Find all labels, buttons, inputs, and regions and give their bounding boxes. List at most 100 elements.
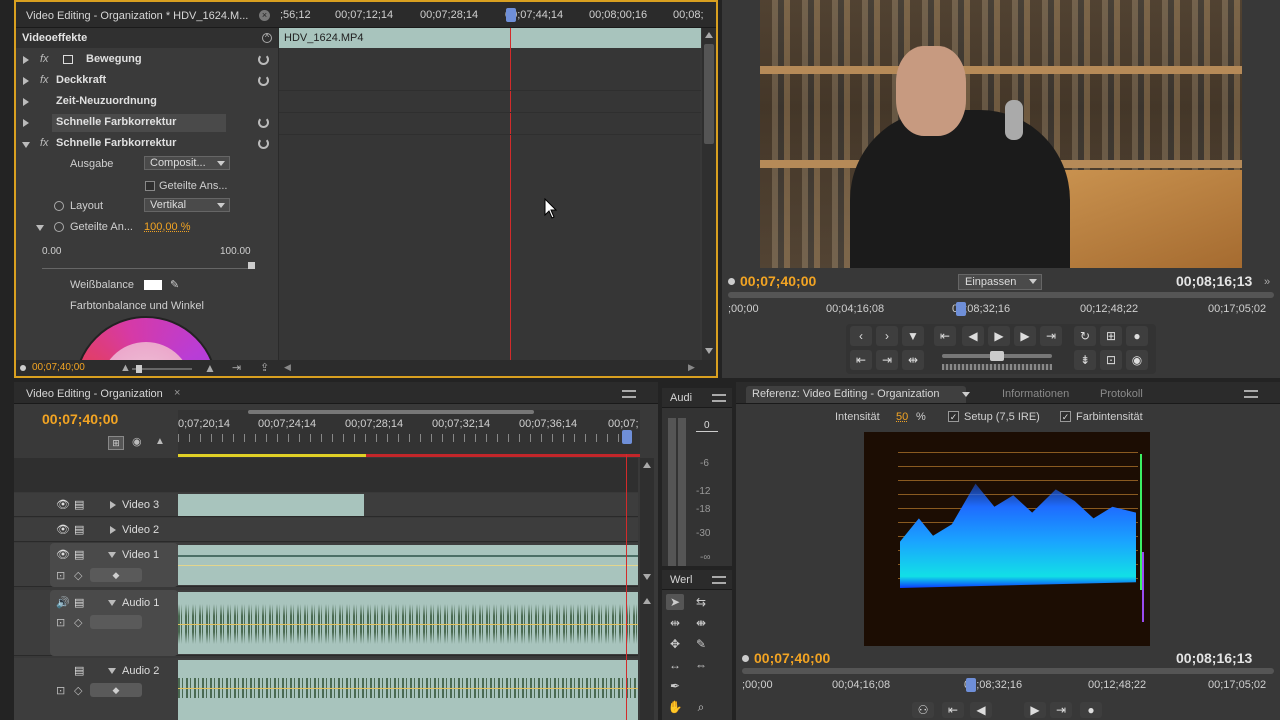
timeline-playhead[interactable]: [626, 454, 627, 720]
jog-wheel[interactable]: [942, 364, 1052, 370]
rolling-edit-tool-icon[interactable]: ⇼: [692, 615, 710, 631]
film-icon[interactable]: ▤: [74, 523, 84, 536]
slip-tool-icon[interactable]: ↔: [666, 657, 684, 673]
slide-tool-icon[interactable]: ⇔: [692, 657, 710, 673]
timeline-scrollbar[interactable]: [640, 458, 654, 720]
dropdown-icon[interactable]: [962, 392, 970, 397]
audio-meter-tab[interactable]: Audi: [664, 390, 698, 407]
effect-row-deckkraft[interactable]: fx Deckkraft: [16, 71, 278, 91]
geteilte-checkbox[interactable]: [145, 181, 155, 191]
keyframe-icon[interactable]: ◇: [74, 684, 82, 697]
effect-playhead[interactable]: [510, 28, 511, 360]
scroll-down-icon[interactable]: [643, 574, 651, 580]
lift-icon[interactable]: ⇤: [850, 350, 872, 370]
reset-icon[interactable]: [258, 75, 269, 86]
speaker-icon[interactable]: 🔊: [56, 596, 70, 609]
effect-ruler[interactable]: ;56;12 00;07;12;14 00;07;28;14 00;07;44;…: [280, 6, 704, 24]
keyframe-icon[interactable]: ◇: [74, 616, 82, 629]
keyframe-nav[interactable]: ◆: [90, 683, 142, 697]
reference-current-time[interactable]: 00;07;40;00: [754, 650, 830, 666]
panel-menu-icon[interactable]: [712, 576, 726, 584]
layout-dropdown[interactable]: Vertikal: [144, 198, 230, 212]
scroll-up-icon[interactable]: [705, 32, 713, 38]
zoom-dropdown[interactable]: Einpassen: [958, 274, 1042, 290]
step-forward-icon[interactable]: ▶: [1024, 702, 1046, 718]
keyframe-icon[interactable]: ◇: [74, 569, 82, 582]
timeline-ruler[interactable]: 0;07;20;14 00;07;24;14 00;07;28;14 00;07…: [178, 410, 640, 457]
snap-icon[interactable]: ⊞: [108, 436, 124, 450]
scroll-up-icon[interactable]: [643, 462, 651, 468]
effect-row-bewegung[interactable]: fx Bewegung: [16, 50, 278, 70]
panel-menu-icon[interactable]: [622, 390, 636, 398]
expand-icon[interactable]: [110, 526, 116, 534]
insert-icon[interactable]: ⇟: [1074, 350, 1096, 370]
playhead-marker[interactable]: [956, 302, 966, 316]
gang-icon[interactable]: ⚇: [912, 702, 934, 718]
razor-tool-icon[interactable]: ✎: [692, 636, 710, 652]
playhead-marker[interactable]: [506, 8, 516, 22]
close-icon[interactable]: ×: [259, 10, 270, 21]
clip-audio-1[interactable]: [178, 592, 638, 654]
eye-icon[interactable]: 👁: [56, 548, 70, 561]
ausgabe-dropdown[interactable]: Composit...: [144, 156, 230, 170]
program-video-frame[interactable]: [760, 0, 1242, 268]
program-time-ruler[interactable]: ;00;00 00;04;16;08 00;08;32;16 00;12;48;…: [728, 292, 1274, 320]
scroll-thumb[interactable]: [704, 44, 714, 144]
collapse-icon[interactable]: [22, 142, 30, 148]
add-marker-icon[interactable]: ▼: [902, 326, 924, 346]
collapse-icon[interactable]: ^: [262, 33, 272, 43]
hscroll-left-icon[interactable]: ◀: [284, 362, 291, 373]
keyframe-nav[interactable]: ◆: [90, 568, 142, 582]
expand-icon[interactable]: [23, 77, 29, 85]
display-style-icon[interactable]: ⊡: [56, 569, 65, 582]
reference-tab[interactable]: Referenz: Video Editing - Organization: [746, 386, 966, 403]
selection-tool-icon[interactable]: ➤: [666, 594, 684, 610]
output-icon[interactable]: ●: [1080, 702, 1102, 718]
timeline-tab[interactable]: Video Editing - Organization: [20, 386, 169, 403]
play-icon[interactable]: ▶: [988, 326, 1010, 346]
effect-clip-bar[interactable]: HDV_1624.MP4: [279, 28, 701, 48]
intensity-value[interactable]: 50: [896, 411, 908, 423]
eye-icon[interactable]: 👁: [56, 523, 70, 536]
go-to-out-icon[interactable]: ⇥: [1040, 326, 1062, 346]
zoom-out-icon[interactable]: ▲: [120, 362, 131, 374]
scroll-up-icon[interactable]: [643, 598, 651, 604]
track-select-tool-icon[interactable]: ⇆: [692, 594, 710, 610]
footer-timecode[interactable]: 00;07;40;00: [32, 362, 85, 373]
extract-icon[interactable]: ⇥: [876, 350, 898, 370]
eyedropper-icon[interactable]: ✎: [170, 278, 179, 291]
playhead-marker[interactable]: [966, 678, 976, 692]
keyframe-nav[interactable]: [90, 615, 142, 629]
chroma-checkbox[interactable]: ✓: [1060, 411, 1071, 422]
reset-icon[interactable]: [258, 117, 269, 128]
hscroll-right-icon[interactable]: ▶: [688, 362, 695, 373]
go-to-out-icon[interactable]: ⇥: [1050, 702, 1072, 718]
scroll-down-icon[interactable]: [705, 348, 713, 354]
reset-icon[interactable]: [258, 138, 269, 149]
playhead-marker[interactable]: [622, 430, 632, 444]
export-icon[interactable]: ⇪: [260, 361, 269, 374]
effect-row-farbkorrektur-1[interactable]: Schnelle Farbkorrektur: [16, 113, 278, 133]
display-style-icon[interactable]: ⊡: [56, 684, 65, 697]
collapse-icon[interactable]: [108, 600, 116, 606]
color-swatch[interactable]: [144, 280, 162, 290]
camera-icon[interactable]: ◉: [1126, 350, 1148, 370]
setup-checkbox[interactable]: ✓: [948, 411, 959, 422]
stopwatch-icon[interactable]: [54, 222, 64, 232]
eye-icon[interactable]: 👁: [56, 498, 70, 511]
geteilte-an-value[interactable]: 100,00 %: [144, 221, 190, 233]
overwrite-icon[interactable]: ⊡: [1100, 350, 1122, 370]
waveform-scope[interactable]: [864, 432, 1150, 646]
effect-controls-tab[interactable]: Video Editing - Organization * HDV_1624.…: [20, 8, 254, 25]
collapse-icon[interactable]: [108, 552, 116, 558]
clip-video-3[interactable]: [178, 494, 364, 516]
slider-thumb[interactable]: [248, 262, 255, 269]
play-only-audio-icon[interactable]: ⇥: [232, 361, 241, 374]
pen-tool-icon[interactable]: ✒: [666, 678, 684, 694]
effect-row-zeit[interactable]: Zeit-Neuzuordnung: [16, 92, 278, 112]
work-area-bar[interactable]: [178, 454, 366, 457]
volume-line[interactable]: [178, 624, 638, 625]
zoom-in-icon[interactable]: ▲: [204, 361, 216, 375]
add-marker-icon[interactable]: ▲: [155, 436, 165, 447]
tab-informationen[interactable]: Informationen: [996, 386, 1075, 403]
